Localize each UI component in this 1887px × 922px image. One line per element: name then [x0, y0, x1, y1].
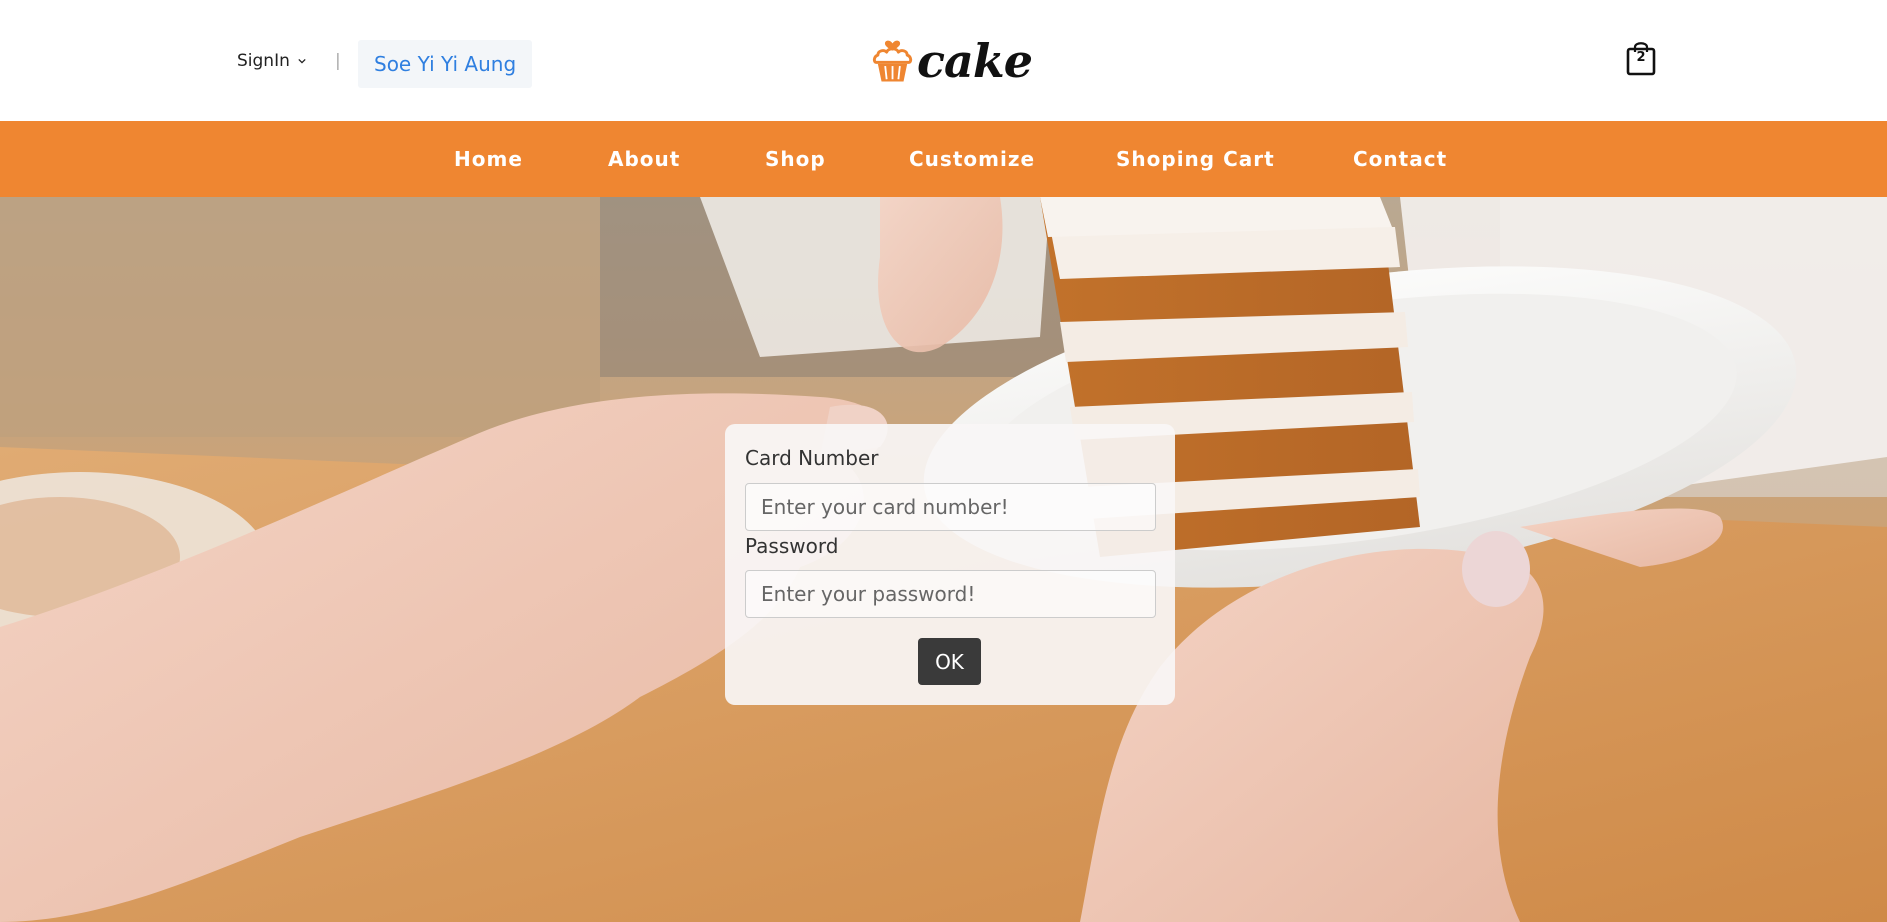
logo-text: cake [917, 34, 1033, 88]
user-name-link[interactable]: Soe Yi Yi Aung [358, 40, 533, 88]
card-number-label: Card Number [745, 446, 879, 470]
chevron-down-icon [298, 58, 306, 64]
nav-item-customize[interactable]: Customize [909, 121, 1035, 197]
nav-item-about[interactable]: About [608, 121, 680, 197]
site-logo[interactable]: cake [872, 22, 1033, 94]
password-input[interactable] [745, 570, 1156, 618]
password-label: Password [745, 534, 839, 558]
payment-form-card: Card Number Password OK [725, 424, 1175, 705]
signin-label[interactable]: SignIn [237, 51, 290, 71]
main-nav: Home About Shop Customize Shoping Cart C… [0, 121, 1887, 197]
site-header: SignIn | Soe Yi Yi Aung cake 2 [0, 0, 1887, 121]
cupcake-icon [872, 40, 913, 82]
nav-item-shopping-cart[interactable]: Shoping Cart [1116, 121, 1275, 197]
nav-item-home[interactable]: Home [454, 121, 523, 197]
header-divider: | [335, 51, 341, 71]
nav-item-contact[interactable]: Contact [1353, 121, 1447, 197]
cart-count-badge: 2 [1636, 50, 1646, 65]
card-number-input[interactable] [745, 483, 1156, 531]
ok-button[interactable]: OK [918, 638, 981, 685]
signin-dropdown[interactable]: SignIn [237, 51, 306, 71]
cart-button[interactable]: 2 [1624, 40, 1658, 76]
nav-item-shop[interactable]: Shop [765, 121, 826, 197]
